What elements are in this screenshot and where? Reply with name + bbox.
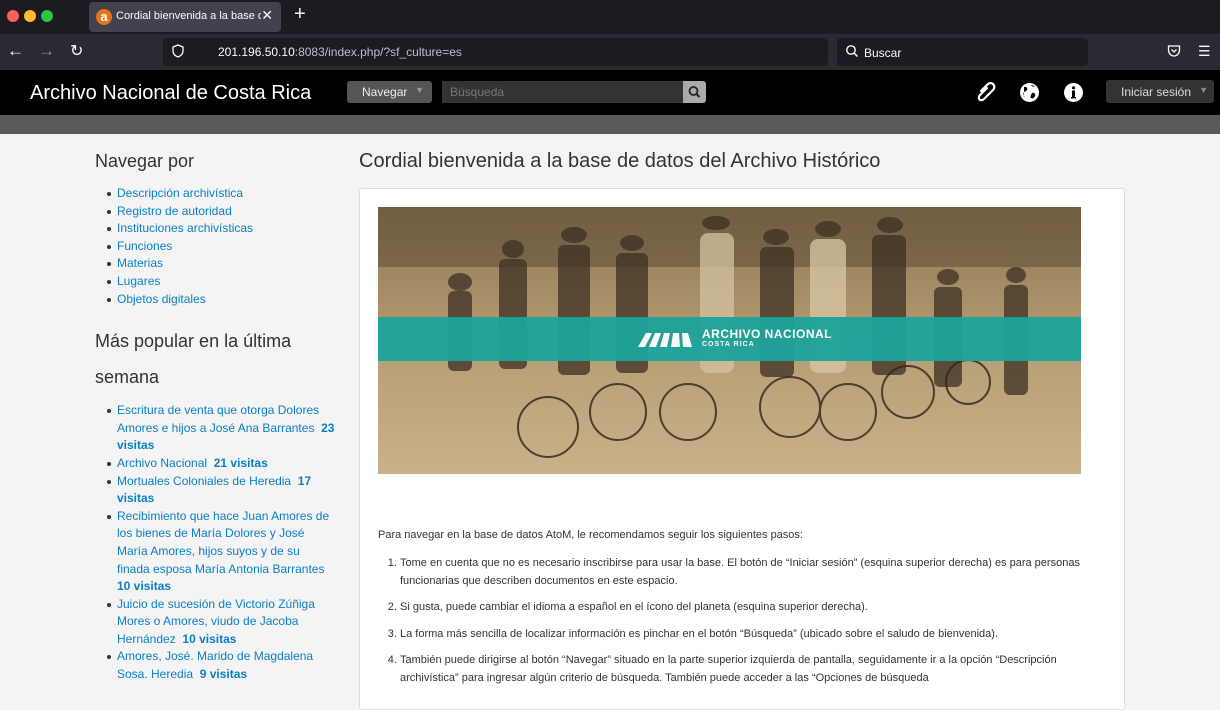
browse-item-places[interactable]: Lugares xyxy=(95,273,345,291)
popular-heading: Más popular en la última semana xyxy=(95,324,345,395)
popular-heading-line1: Más popular en la última xyxy=(95,331,292,352)
archive-logo-icon xyxy=(638,333,692,347)
browse-item-authority-record[interactable]: Registro de autoridad xyxy=(95,203,345,221)
minimize-window-button[interactable] xyxy=(24,10,36,22)
popular-item-visits: 10 visitas xyxy=(182,631,237,646)
popular-item[interactable]: Amores, José. Marido de Magdalena Sosa. … xyxy=(95,648,335,683)
shield-icon[interactable] xyxy=(171,44,185,58)
welcome-card: ARCHIVO NACIONAL COSTA RICA Para navegar… xyxy=(359,188,1125,710)
browse-item-functions[interactable]: Funciones xyxy=(95,238,345,256)
browser-nav-bar: ← → ↻ 201.196.50.10:8083/index.php/?sf_c… xyxy=(0,34,1220,70)
browse-menu-label: Navegar xyxy=(362,85,408,99)
browse-item-archival-description[interactable]: Descripción archivística xyxy=(95,185,345,203)
url-bar[interactable]: 201.196.50.10:8083/index.php/?sf_culture… xyxy=(163,38,828,66)
archive-banner: ARCHIVO NACIONAL COSTA RICA xyxy=(378,317,1081,361)
browse-item-archival-institutions[interactable]: Instituciones archivísticas xyxy=(95,220,345,238)
site-search-button[interactable] xyxy=(683,81,706,103)
sidebar: Navegar por Descripción archivística Reg… xyxy=(95,134,345,684)
step-item: La forma más sencilla de localizar infor… xyxy=(400,626,1110,644)
pocket-icon[interactable] xyxy=(1167,44,1181,58)
reload-icon[interactable]: ↻ xyxy=(70,41,83,61)
popular-item[interactable]: Juicio de sucesión de Victorio Zúñiga Mo… xyxy=(95,596,335,649)
popular-item-visits: 9 visitas xyxy=(199,667,248,682)
forward-arrow-icon[interactable]: → xyxy=(38,41,55,61)
tab-title: Cordial bienvenida a la base de datos de… xyxy=(116,10,261,22)
popular-item-title[interactable]: Recibimiento que hace Juan Amores de los… xyxy=(117,509,329,576)
browse-menu-button[interactable]: Navegar ▼ xyxy=(347,81,432,103)
step-item: También puede dirigirse al botón “Navega… xyxy=(400,652,1110,687)
site-title[interactable]: Archivo Nacional de Costa Rica xyxy=(30,82,311,105)
search-icon xyxy=(688,86,701,98)
url-path: :8083/index.php/?sf_culture=es xyxy=(294,45,462,59)
search-icon xyxy=(846,45,859,58)
hamburger-menu-icon[interactable]: ☰ xyxy=(1198,43,1211,60)
chevron-down-icon: ▼ xyxy=(1199,85,1208,95)
login-button[interactable]: Iniciar sesión ▼ xyxy=(1106,80,1214,103)
url-host: 201.196.50.10 xyxy=(218,45,295,59)
popular-item[interactable]: Recibimiento que hace Juan Amores de los… xyxy=(95,508,335,596)
browser-search-placeholder: Buscar xyxy=(864,46,902,60)
maximize-window-button[interactable] xyxy=(41,10,53,22)
step-item: Si gusta, puede cambiar el idioma a espa… xyxy=(400,599,1110,617)
banner-subtitle: COSTA RICA xyxy=(702,341,755,348)
site-search-input[interactable] xyxy=(442,81,683,103)
browse-by-heading: Navegar por xyxy=(95,151,195,171)
chevron-down-icon: ▼ xyxy=(415,85,424,95)
intro-text: Para navegar en la base de datos AtoM, l… xyxy=(378,529,803,541)
browse-item-subjects[interactable]: Materias xyxy=(95,255,345,273)
login-label: Iniciar sesión xyxy=(1121,85,1192,99)
popular-item[interactable]: Escritura de venta que otorga Dolores Am… xyxy=(95,402,335,455)
new-tab-icon[interactable]: + xyxy=(294,3,306,26)
close-tab-icon[interactable]: ✕ xyxy=(261,7,273,24)
banner-title: ARCHIVO NACIONAL xyxy=(702,327,832,341)
popular-item-title[interactable]: Escritura de venta que otorga Dolores Am… xyxy=(117,403,319,435)
url-text: 201.196.50.10:8083/index.php/?sf_culture… xyxy=(218,45,462,59)
step-item: Tome en cuenta que no es necesario inscr… xyxy=(400,555,1110,590)
paperclip-icon[interactable] xyxy=(975,82,997,104)
page-title: Cordial bienvenida a la base de datos de… xyxy=(359,150,881,172)
browser-search-bar[interactable]: Buscar xyxy=(837,38,1088,66)
browse-by-list: Descripción archivística Registro de aut… xyxy=(95,185,345,308)
popular-item[interactable]: Archivo Nacional 21 visitas xyxy=(95,455,335,473)
atom-favicon-icon: a xyxy=(96,9,112,25)
popular-item[interactable]: Mortuales Coloniales de Heredia 17 visit… xyxy=(95,473,335,508)
popular-item-visits: 10 visitas xyxy=(117,579,172,594)
back-arrow-icon[interactable]: ← xyxy=(7,41,24,61)
hero-image: ARCHIVO NACIONAL COSTA RICA xyxy=(378,207,1081,474)
popular-item-title[interactable]: Archivo Nacional xyxy=(117,456,207,470)
globe-icon[interactable] xyxy=(1019,82,1040,103)
close-window-button[interactable] xyxy=(7,10,19,22)
browser-tab-bar: a Cordial bienvenida a la base de datos … xyxy=(0,0,1220,34)
browser-tab[interactable]: a Cordial bienvenida a la base de datos … xyxy=(89,2,281,32)
header-divider-bar xyxy=(0,115,1220,134)
browse-item-digital-objects[interactable]: Objetos digitales xyxy=(95,291,345,309)
steps-list: Tome en cuenta que no es necesario inscr… xyxy=(378,555,1110,696)
popular-heading-line2: semana xyxy=(95,366,160,387)
info-icon[interactable] xyxy=(1063,82,1084,103)
popular-list: Escritura de venta que otorga Dolores Am… xyxy=(95,402,335,684)
site-header: Archivo Nacional de Costa Rica Navegar ▼… xyxy=(0,70,1220,115)
popular-item-title[interactable]: Mortuales Coloniales de Heredia xyxy=(117,474,291,488)
popular-item-visits: 21 visitas xyxy=(213,455,268,470)
